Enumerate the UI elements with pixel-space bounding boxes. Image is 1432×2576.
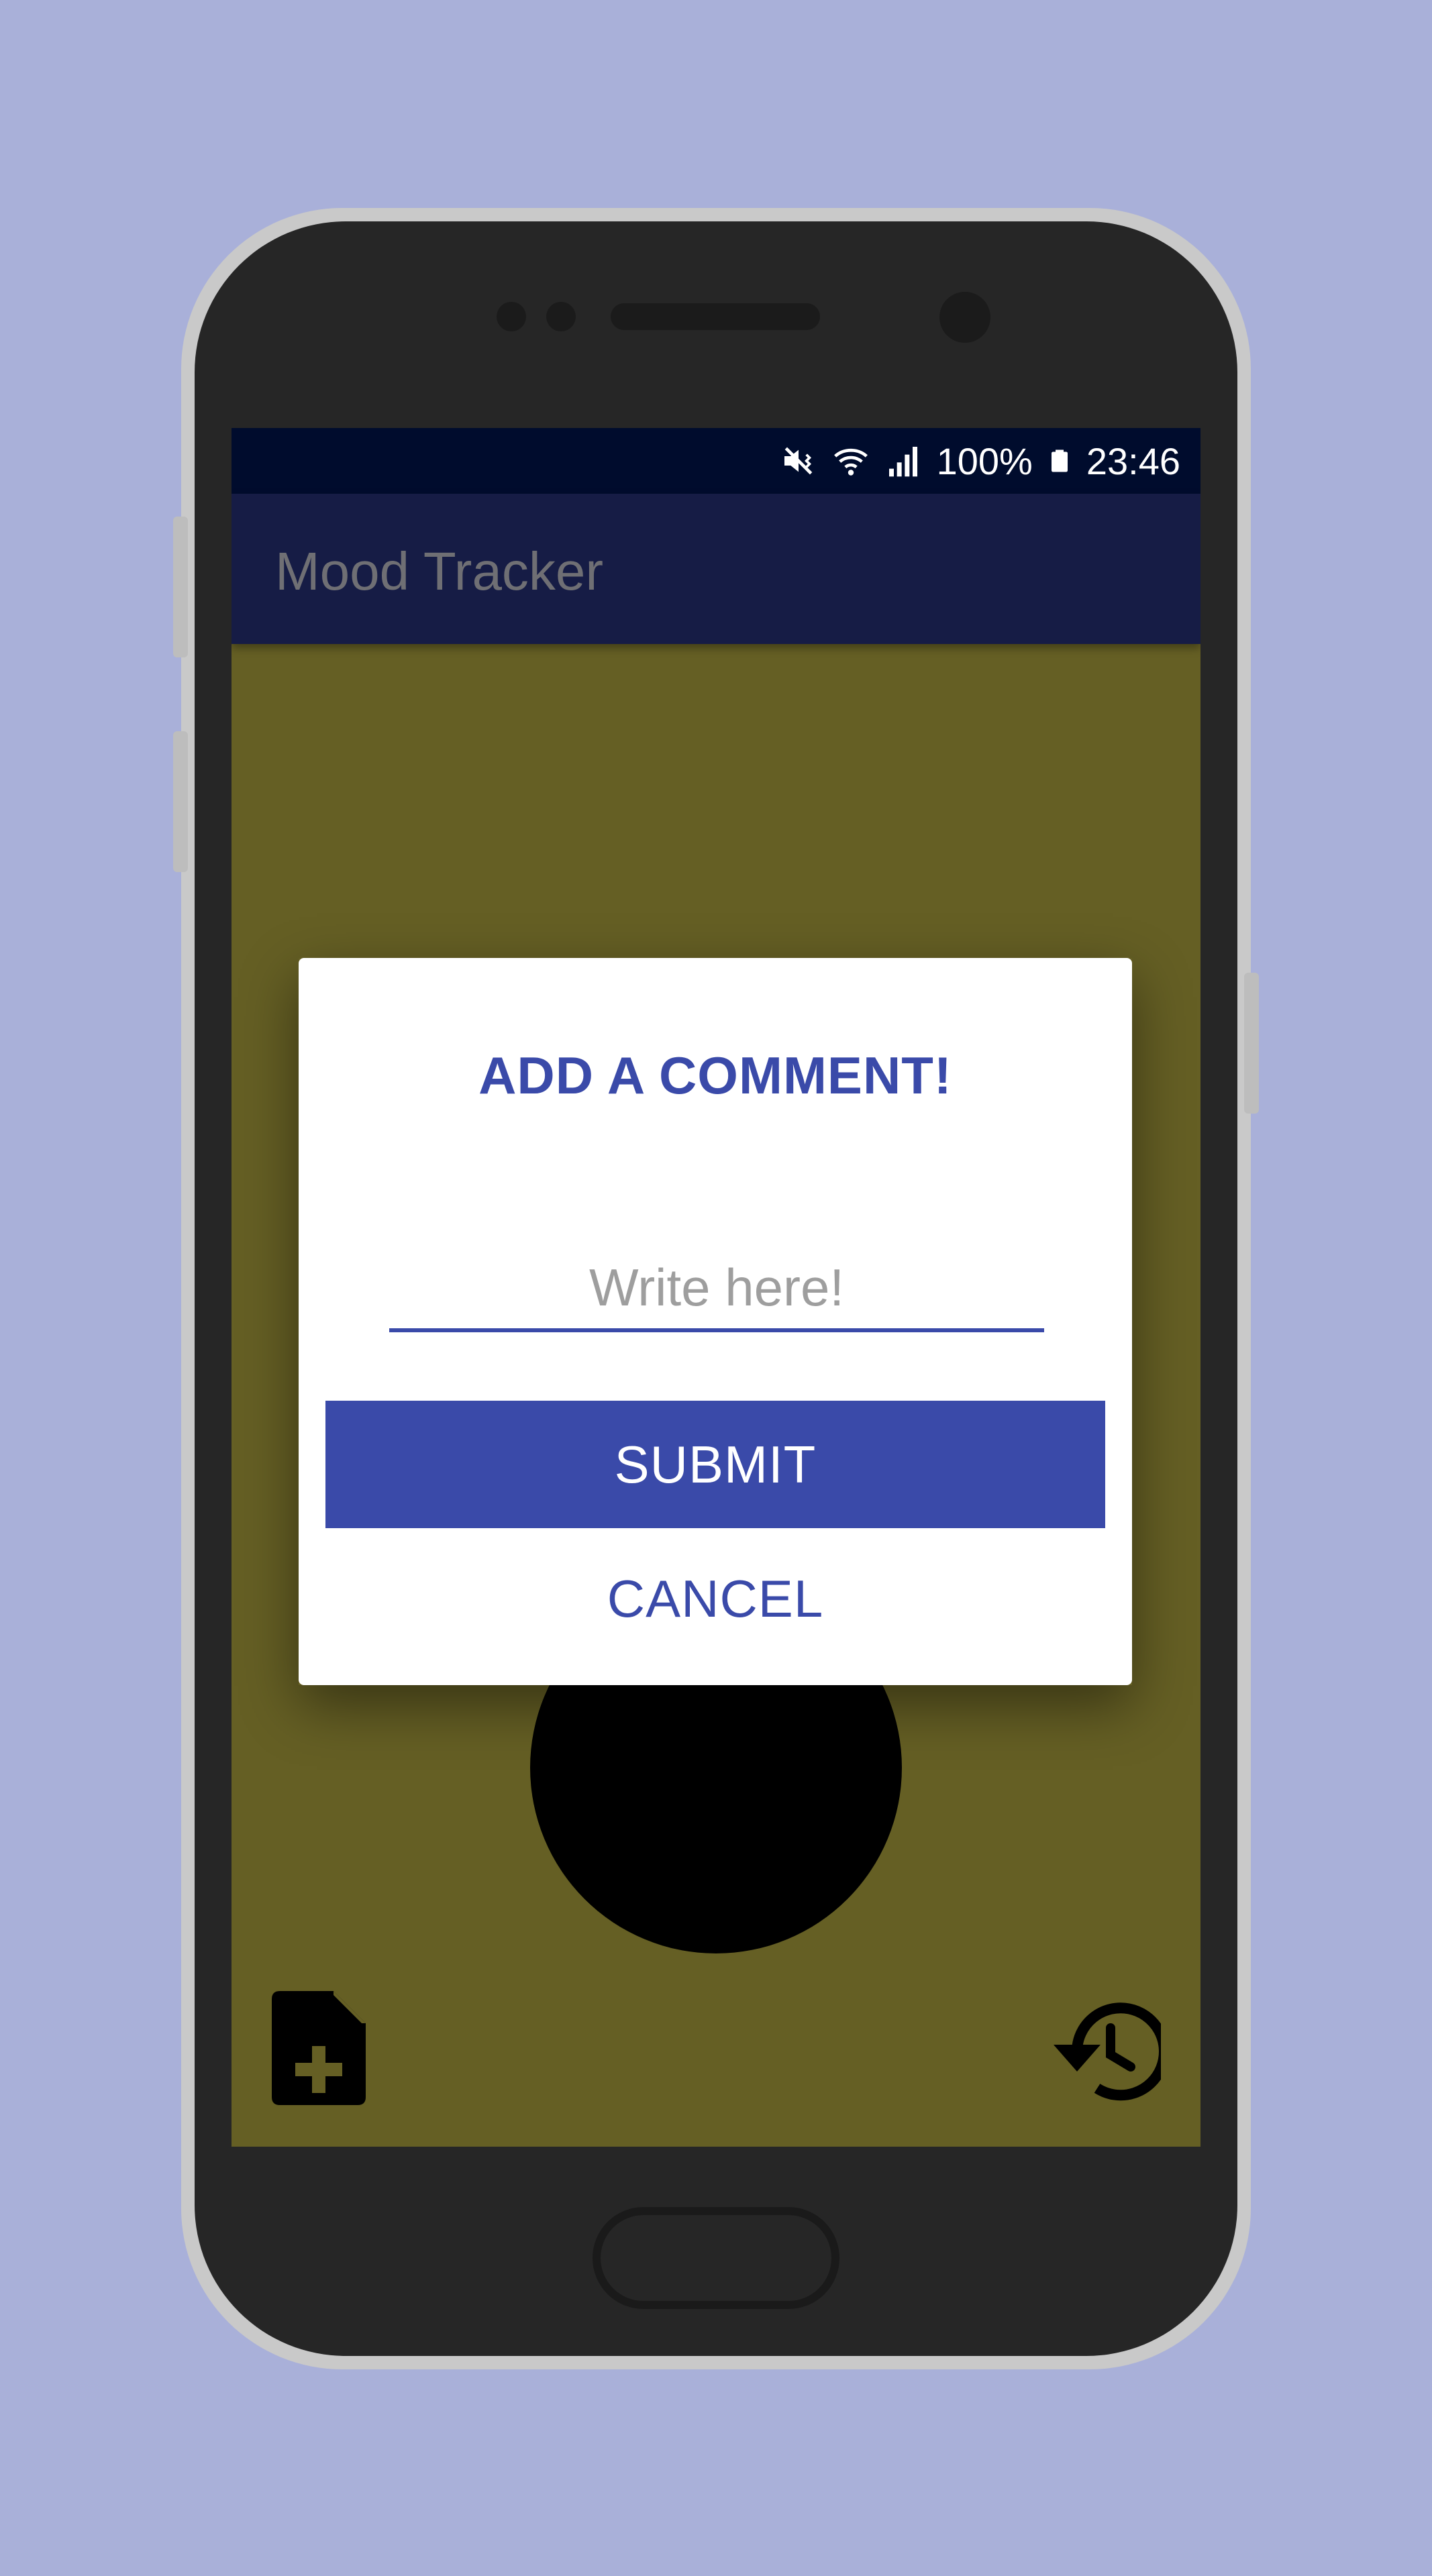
front-camera [939,292,990,343]
signal-icon [888,447,917,477]
add-comment-button[interactable] [272,1991,366,2105]
earpiece-speaker [611,303,820,330]
note-add-icon [272,1991,366,2105]
status-bar: 100% 23:46 [232,428,1200,494]
app-screen: 100% 23:46 Mood Tracker ADD A COMMENT! S… [232,428,1200,2147]
power-button [1244,973,1259,1114]
app-bar: Mood Tracker [232,494,1200,644]
comment-dialog: ADD A COMMENT! SUBMIT CANCEL [299,958,1132,1685]
battery-icon [1051,449,1068,472]
cancel-button[interactable]: CANCEL [325,1535,1105,1662]
submit-button[interactable]: SUBMIT [325,1401,1105,1528]
history-icon [1054,2002,1170,2101]
wifi-icon [833,448,868,476]
home-button [593,2207,839,2309]
battery-percent: 100% [936,439,1033,482]
history-button[interactable] [1040,1998,1170,2105]
dialog-title: ADD A COMMENT! [478,1046,952,1105]
mute-vibrate-icon [784,447,812,475]
sensor-dot [546,302,576,331]
volume-up-button [173,517,188,657]
app-title: Mood Tracker [275,541,604,601]
sensor-dot [497,302,526,331]
volume-down-button [173,731,188,872]
clock: 23:46 [1086,439,1180,482]
comment-input[interactable] [389,1246,1044,1332]
